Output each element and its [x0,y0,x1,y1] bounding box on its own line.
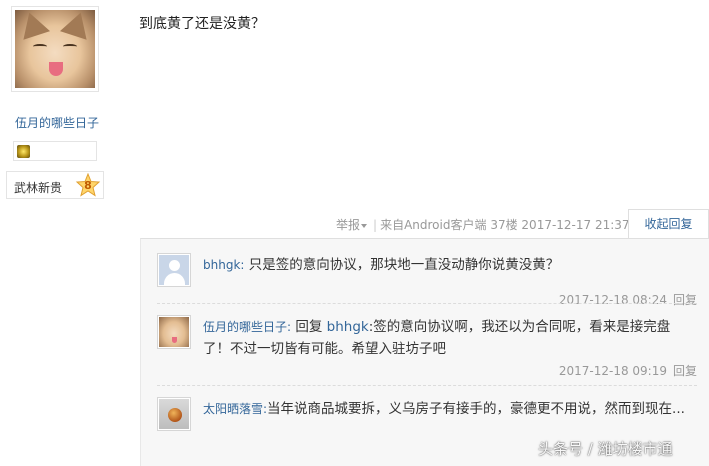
rank-level: 8 [84,179,92,192]
reply-text: 伍月的哪些日子: 回复 bhhgk:签的意向协议啊，我还以为合同呢，看来是接完盘… [203,316,693,360]
cat-photo [15,10,95,88]
medal-icon[interactable] [17,145,30,158]
floor-number: 37楼 [490,218,518,232]
divider [157,303,697,304]
reply-prefix: 回复 [295,319,323,335]
source-link[interactable]: Android客户端 [404,218,486,232]
reply-button[interactable]: 回复 [673,293,697,307]
reply-meta: 2017-12-18 09:19 回复 [559,362,697,379]
post-meta: 举报 | 来自Android客户端 37楼 2017-12-17 21:37 [336,218,630,232]
avatar[interactable] [157,315,191,349]
collapse-replies-button[interactable]: 收起回复 [628,209,709,239]
reply-username[interactable]: bhhgk: [203,258,244,272]
divider [157,385,697,386]
avatar[interactable] [157,397,191,431]
reply-username[interactable]: 伍月的哪些日子: [203,320,291,334]
reply-mention[interactable]: bhhgk [327,319,369,335]
reply-username[interactable]: 太阳晒落雪: [203,402,267,416]
watermark: 头条号 / 潍坊楼市通 [538,440,673,458]
reply-time: 2017-12-18 09:19 [558,364,667,378]
caret-down-icon[interactable] [361,223,368,228]
fruit-avatar-icon [159,399,189,429]
reply-button[interactable]: 回复 [673,364,697,378]
report-link[interactable]: 举报 [336,218,360,232]
reply-time: 2017-12-18 08:24 [558,293,667,307]
reply-panel: bhhgk: 只是签的意向协议，那块地一直没动静你说黄没黄？ 2017-12-1… [140,238,709,466]
rank-badge: 武林新贵 8 [6,171,104,199]
cat-avatar-icon [159,317,189,347]
post-datetime: 2017-12-17 21:37 [521,218,630,232]
rank-title: 武林新贵 [14,181,63,195]
reply-body: 当年说商品城要拆，义乌房子有接手的，豪德更不用说，然而到现在... [267,401,685,417]
author-avatar[interactable] [11,6,99,92]
reply-text: bhhgk: 只是签的意向协议，那块地一直没动静你说黄没黄？ [203,254,693,276]
reply-body: 只是签的意向协议，那块地一直没动静你说黄没黄？ [248,257,560,273]
default-user-icon [159,255,189,285]
author-name[interactable]: 伍月的哪些日子 [12,114,102,131]
star-icon: 8 [75,172,101,197]
source-prefix: 来自 [380,218,405,232]
avatar[interactable] [157,253,191,287]
reply-text: 太阳晒落雪:当年说商品城要拆，义乌房子有接手的，豪德更不用说，然而到现在... [203,398,693,420]
reply-meta: 2017-12-18 08:24 回复 [559,291,697,308]
post-content: 到底黄了还是没黄？ [139,16,265,32]
medal-bar [13,141,97,161]
